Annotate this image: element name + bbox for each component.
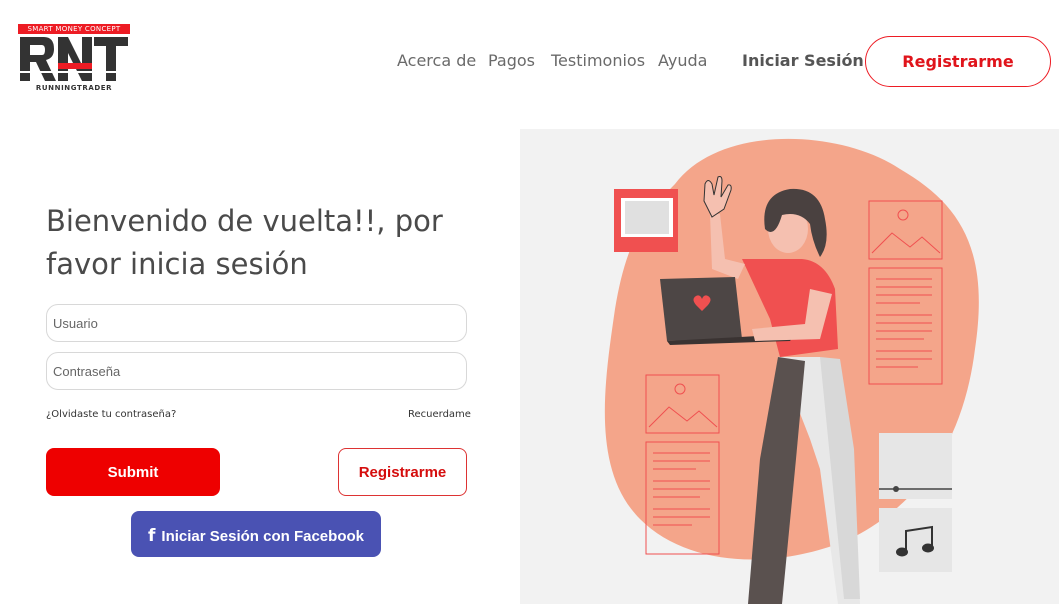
logo-subtitle: RUNNINGTRADER: [35, 84, 113, 92]
login-illustration: [520, 129, 1059, 604]
logo-mark: [18, 37, 130, 81]
logo-tagline: SMART MONEY CONCEPT: [18, 24, 130, 34]
logo[interactable]: SMART MONEY CONCEPT RUNNINGTRADER: [18, 24, 130, 96]
password-input[interactable]: [46, 352, 467, 390]
register-button[interactable]: Registrarme: [338, 448, 467, 496]
forgot-password-link[interactable]: ¿Olvidaste tu contraseña?: [46, 409, 176, 420]
woman-with-laptop-illustration: [604, 138, 979, 604]
remember-me-toggle[interactable]: Recuerdame: [408, 409, 471, 420]
nav-link-testimonials[interactable]: Testimonios: [551, 51, 645, 70]
nav-link-about[interactable]: Acerca de: [397, 51, 476, 70]
nav-link-payments[interactable]: Pagos: [488, 51, 535, 70]
submit-button[interactable]: Submit: [46, 448, 220, 496]
facebook-icon: f: [148, 526, 156, 546]
facebook-login-label: Iniciar Sesión con Facebook: [161, 528, 364, 545]
nav-link-help[interactable]: Ayuda: [658, 51, 707, 70]
nav-register-button[interactable]: Registrarme: [865, 36, 1051, 87]
facebook-login-button[interactable]: f Iniciar Sesión con Facebook: [131, 511, 381, 557]
username-input[interactable]: [46, 304, 467, 342]
page-title: Bienvenido de vuelta!!, por favor inicia…: [46, 204, 443, 281]
nav-login-link[interactable]: Iniciar Sesión: [742, 51, 864, 70]
